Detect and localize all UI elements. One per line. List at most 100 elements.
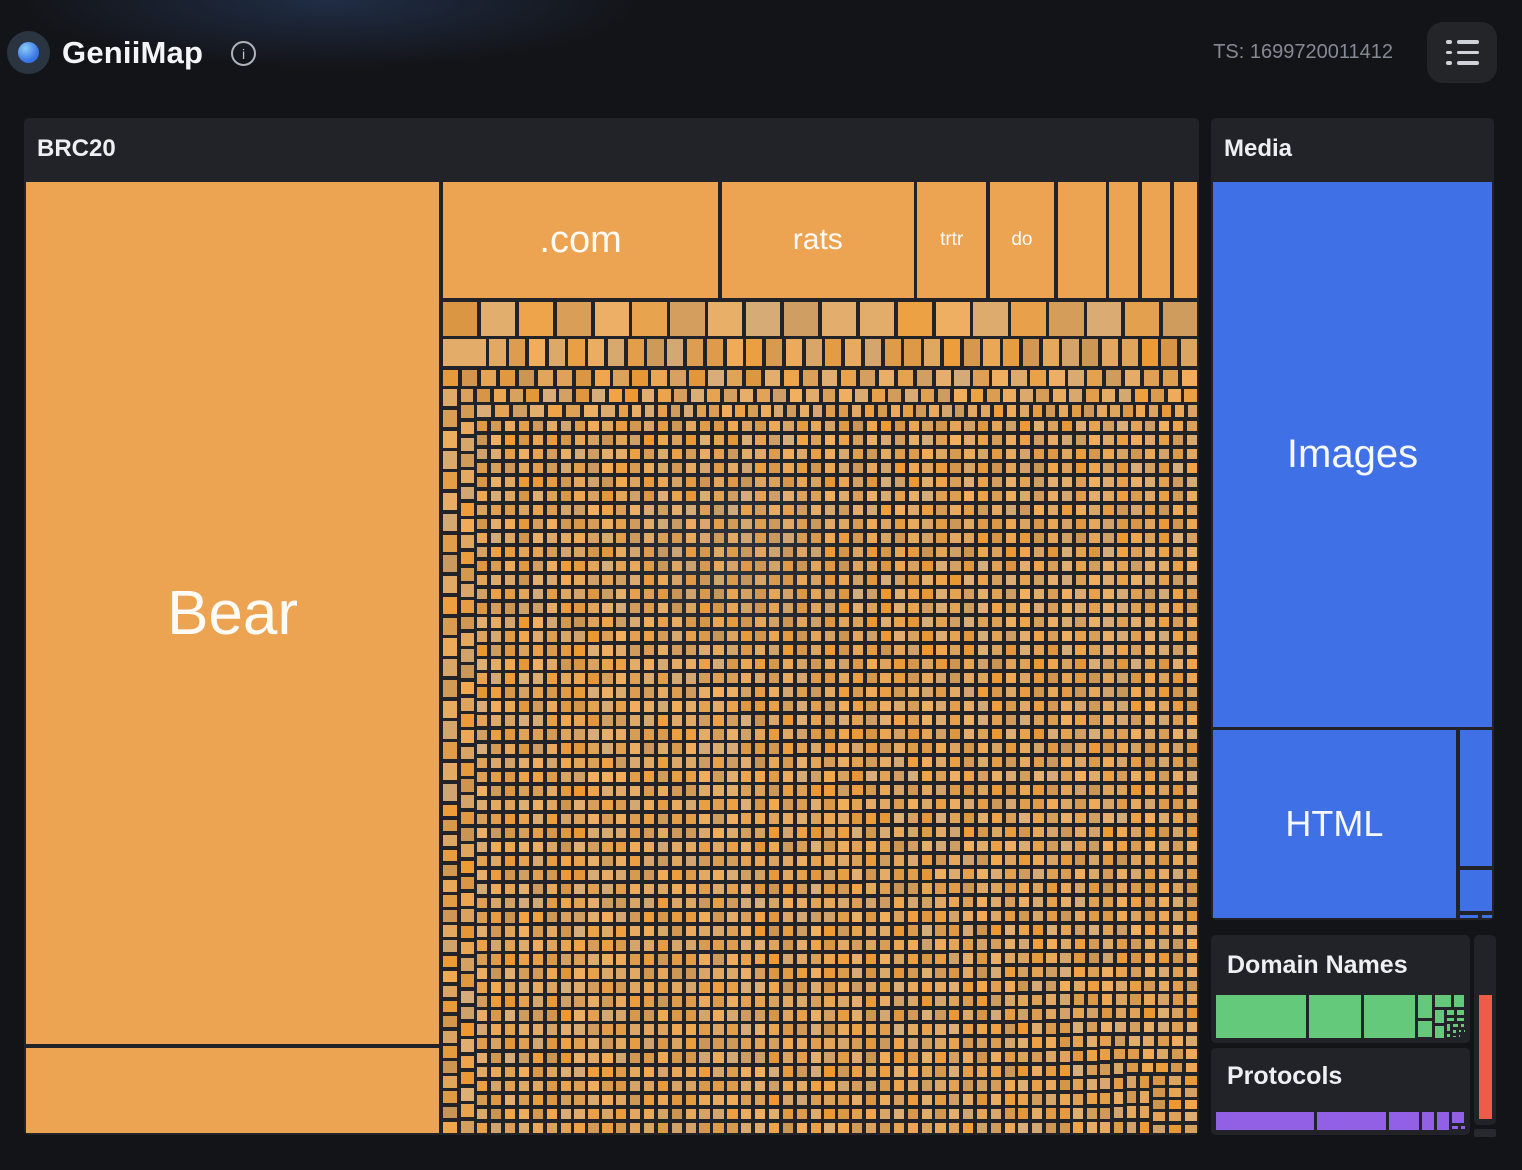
treemap-tile[interactable] (700, 575, 710, 585)
treemap-tile[interactable] (588, 1123, 598, 1133)
treemap-tile[interactable] (461, 844, 474, 857)
treemap-tile[interactable] (824, 771, 834, 781)
treemap-tile[interactable] (797, 701, 807, 711)
treemap-tile[interactable] (616, 729, 626, 739)
treemap-tile[interactable] (992, 757, 1002, 767)
treemap-tile[interactable] (838, 1095, 848, 1105)
treemap-tile[interactable] (561, 491, 571, 501)
treemap-tile[interactable] (519, 982, 529, 992)
treemap-tile[interactable] (477, 389, 490, 402)
treemap-tile[interactable] (950, 645, 960, 655)
treemap-tile[interactable] (950, 491, 960, 501)
treemap-tile[interactable] (769, 575, 779, 585)
treemap-tile[interactable] (1173, 547, 1183, 557)
treemap-tile[interactable] (519, 828, 529, 838)
treemap-tile[interactable] (935, 1010, 945, 1021)
treemap-tile[interactable] (908, 673, 918, 683)
treemap-tile[interactable] (894, 1024, 904, 1034)
treemap-tile[interactable] (530, 405, 544, 417)
treemap-tile[interactable] (1131, 925, 1141, 935)
treemap-tile[interactable] (1117, 617, 1127, 627)
treemap-tile[interactable] (588, 631, 598, 641)
treemap-tile[interactable] (561, 1123, 571, 1133)
treemap-tile[interactable] (742, 435, 752, 445)
treemap-tile[interactable] (811, 659, 821, 669)
treemap-tile[interactable] (443, 302, 477, 336)
treemap-tile[interactable] (1159, 939, 1169, 949)
treemap-tile[interactable] (1062, 435, 1072, 445)
treemap-tile[interactable] (491, 870, 501, 880)
treemap-tile[interactable] (1187, 589, 1197, 599)
treemap-tile[interactable] (1006, 631, 1016, 641)
treemap-tile[interactable] (741, 1024, 751, 1034)
treemap-tile[interactable] (992, 645, 1002, 655)
treemap-tile[interactable] (1130, 1008, 1141, 1018)
treemap-tile[interactable] (839, 645, 849, 655)
treemap-tile[interactable] (1117, 883, 1127, 893)
treemap-tile[interactable] (839, 631, 849, 641)
treemap-tile[interactable] (1117, 519, 1127, 529)
treemap-tile[interactable] (797, 491, 807, 501)
treemap-tile[interactable] (533, 561, 543, 571)
treemap-tile[interactable] (1145, 533, 1155, 543)
treemap-tile[interactable] (519, 968, 529, 978)
treemap-tile[interactable] (1020, 405, 1029, 417)
treemap-tile[interactable] (1103, 603, 1113, 613)
treemap-tile[interactable] (811, 870, 821, 880)
treemap-tile[interactable] (672, 701, 682, 711)
treemap-tile[interactable] (549, 339, 565, 366)
treemap-tile[interactable] (908, 785, 918, 795)
treemap-tile[interactable] (1061, 911, 1071, 921)
treemap-tile[interactable] (1187, 799, 1197, 809)
treemap-tile[interactable] (700, 463, 710, 473)
treemap-tile[interactable] (519, 786, 529, 796)
treemap-tile[interactable] (852, 743, 862, 753)
treemap-tile[interactable] (714, 519, 724, 529)
treemap-tile[interactable] (714, 589, 724, 599)
treemap-tile[interactable] (755, 547, 765, 557)
treemap-tile[interactable] (1102, 1008, 1113, 1018)
treemap-tile[interactable] (838, 1010, 848, 1020)
treemap-tile[interactable] (491, 1024, 501, 1034)
treemap-tile[interactable] (602, 800, 612, 810)
treemap-tile[interactable] (672, 1081, 682, 1091)
treemap-tile[interactable] (630, 519, 640, 529)
treemap-tile[interactable] (1076, 561, 1086, 571)
treemap-tile[interactable] (824, 827, 834, 837)
treemap-tile[interactable] (1159, 729, 1169, 739)
treemap-tile[interactable] (686, 856, 696, 866)
treemap-tile[interactable] (443, 820, 457, 832)
treemap-tile[interactable] (672, 435, 682, 445)
treemap-tile[interactable] (880, 785, 890, 795)
treemap-tile[interactable] (866, 954, 876, 964)
treemap-tile[interactable] (1145, 547, 1155, 557)
treemap-tile[interactable] (1006, 785, 1016, 795)
treemap-tile[interactable] (575, 435, 585, 445)
treemap-tile[interactable] (852, 827, 862, 837)
treemap-tile[interactable] (954, 370, 969, 386)
treemap-tile[interactable] (1127, 1063, 1138, 1073)
treemap-tile[interactable] (963, 996, 973, 1007)
treemap-tile[interactable] (839, 701, 849, 711)
treemap-tile[interactable] (963, 911, 973, 922)
treemap-tile[interactable] (697, 405, 706, 417)
treemap-tile[interactable] (838, 912, 848, 922)
treemap-tile[interactable] (672, 1010, 682, 1020)
treemap-tile[interactable] (1103, 897, 1113, 907)
treemap-tile[interactable] (936, 645, 946, 655)
treemap-tile[interactable] (602, 912, 612, 922)
treemap-tile[interactable] (908, 519, 918, 529)
treemap-tile[interactable] (491, 491, 501, 501)
treemap-tile[interactable] (1046, 1080, 1056, 1091)
treemap-tile[interactable] (916, 405, 925, 417)
treemap-tile[interactable] (505, 617, 515, 627)
treemap-tile[interactable] (601, 405, 615, 417)
treemap-tile[interactable] (667, 339, 683, 366)
treemap-tile[interactable] (1216, 1112, 1314, 1130)
treemap-tile[interactable] (557, 370, 572, 386)
treemap-tile[interactable] (977, 869, 987, 879)
treemap-tile[interactable] (1047, 897, 1057, 907)
treemap-tile[interactable] (1075, 701, 1085, 711)
treemap-tile[interactable] (1131, 491, 1141, 501)
treemap-tile[interactable] (1046, 1023, 1056, 1034)
